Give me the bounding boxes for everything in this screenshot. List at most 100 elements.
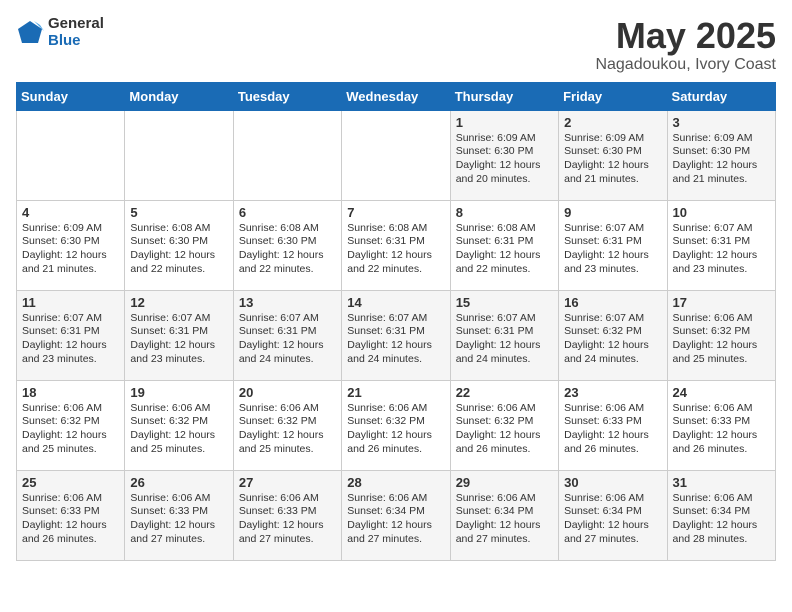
- day-number: 13: [239, 295, 336, 310]
- day-number: 8: [456, 205, 553, 220]
- cell-line: Sunrise: 6:06 AM: [456, 402, 553, 416]
- cell-line: and 25 minutes.: [239, 443, 336, 457]
- day-number: 22: [456, 385, 553, 400]
- cell-line: Sunrise: 6:06 AM: [673, 312, 770, 326]
- calendar-week-row: 25Sunrise: 6:06 AMSunset: 6:33 PMDayligh…: [17, 470, 776, 560]
- day-number: 19: [130, 385, 227, 400]
- cell-line: and 24 minutes.: [347, 353, 444, 367]
- cell-line: Sunset: 6:34 PM: [673, 505, 770, 519]
- day-header-sunday: Sunday: [17, 82, 125, 110]
- cell-line: Sunset: 6:31 PM: [22, 325, 119, 339]
- calendar-cell: 23Sunrise: 6:06 AMSunset: 6:33 PMDayligh…: [559, 380, 667, 470]
- cell-line: Daylight: 12 hours: [564, 429, 661, 443]
- calendar-cell: 14Sunrise: 6:07 AMSunset: 6:31 PMDayligh…: [342, 290, 450, 380]
- cell-line: and 23 minutes.: [130, 353, 227, 367]
- calendar-week-row: 4Sunrise: 6:09 AMSunset: 6:30 PMDaylight…: [17, 200, 776, 290]
- calendar-cell: 17Sunrise: 6:06 AMSunset: 6:32 PMDayligh…: [667, 290, 775, 380]
- cell-line: and 26 minutes.: [347, 443, 444, 457]
- calendar-cell: 4Sunrise: 6:09 AMSunset: 6:30 PMDaylight…: [17, 200, 125, 290]
- cell-line: Sunrise: 6:06 AM: [673, 402, 770, 416]
- cell-line: Daylight: 12 hours: [22, 429, 119, 443]
- cell-line: Sunset: 6:30 PM: [239, 235, 336, 249]
- cell-line: Daylight: 12 hours: [347, 519, 444, 533]
- calendar-week-row: 11Sunrise: 6:07 AMSunset: 6:31 PMDayligh…: [17, 290, 776, 380]
- day-number: 11: [22, 295, 119, 310]
- cell-line: Daylight: 12 hours: [22, 339, 119, 353]
- calendar-cell: 11Sunrise: 6:07 AMSunset: 6:31 PMDayligh…: [17, 290, 125, 380]
- cell-line: and 20 minutes.: [456, 173, 553, 187]
- calendar-cell: 7Sunrise: 6:08 AMSunset: 6:31 PMDaylight…: [342, 200, 450, 290]
- cell-line: Daylight: 12 hours: [22, 249, 119, 263]
- logo-general: General: [48, 16, 104, 33]
- cell-line: Sunset: 6:33 PM: [239, 505, 336, 519]
- calendar-cell: 22Sunrise: 6:06 AMSunset: 6:32 PMDayligh…: [450, 380, 558, 470]
- cell-line: Sunrise: 6:06 AM: [22, 492, 119, 506]
- cell-line: Daylight: 12 hours: [239, 429, 336, 443]
- cell-line: Sunrise: 6:09 AM: [456, 132, 553, 146]
- cell-line: Sunset: 6:31 PM: [347, 235, 444, 249]
- day-number: 17: [673, 295, 770, 310]
- cell-line: and 26 minutes.: [22, 533, 119, 547]
- cell-line: Sunrise: 6:06 AM: [673, 492, 770, 506]
- cell-line: Daylight: 12 hours: [239, 339, 336, 353]
- cell-line: and 21 minutes.: [22, 263, 119, 277]
- day-number: 2: [564, 115, 661, 130]
- cell-line: and 24 minutes.: [456, 353, 553, 367]
- calendar-cell: 28Sunrise: 6:06 AMSunset: 6:34 PMDayligh…: [342, 470, 450, 560]
- calendar-cell: 12Sunrise: 6:07 AMSunset: 6:31 PMDayligh…: [125, 290, 233, 380]
- cell-line: and 27 minutes.: [239, 533, 336, 547]
- cell-line: and 27 minutes.: [564, 533, 661, 547]
- cell-line: Sunrise: 6:08 AM: [347, 222, 444, 236]
- day-header-wednesday: Wednesday: [342, 82, 450, 110]
- logo-blue: Blue: [48, 33, 104, 50]
- day-number: 30: [564, 475, 661, 490]
- day-number: 14: [347, 295, 444, 310]
- cell-line: Sunrise: 6:09 AM: [673, 132, 770, 146]
- calendar-week-row: 1Sunrise: 6:09 AMSunset: 6:30 PMDaylight…: [17, 110, 776, 200]
- cell-line: Sunset: 6:34 PM: [456, 505, 553, 519]
- day-header-friday: Friday: [559, 82, 667, 110]
- calendar-cell: 19Sunrise: 6:06 AMSunset: 6:32 PMDayligh…: [125, 380, 233, 470]
- cell-line: Sunset: 6:30 PM: [564, 145, 661, 159]
- cell-line: Sunrise: 6:06 AM: [130, 402, 227, 416]
- cell-line: Daylight: 12 hours: [456, 519, 553, 533]
- cell-line: Sunrise: 6:07 AM: [347, 312, 444, 326]
- cell-line: and 21 minutes.: [673, 173, 770, 187]
- cell-line: Daylight: 12 hours: [564, 159, 661, 173]
- cell-line: and 27 minutes.: [347, 533, 444, 547]
- cell-line: and 23 minutes.: [22, 353, 119, 367]
- day-number: 15: [456, 295, 553, 310]
- day-header-tuesday: Tuesday: [233, 82, 341, 110]
- day-number: 6: [239, 205, 336, 220]
- cell-line: Sunrise: 6:07 AM: [564, 312, 661, 326]
- cell-line: and 26 minutes.: [673, 443, 770, 457]
- cell-line: Sunrise: 6:06 AM: [347, 402, 444, 416]
- cell-line: and 25 minutes.: [130, 443, 227, 457]
- calendar-cell: 10Sunrise: 6:07 AMSunset: 6:31 PMDayligh…: [667, 200, 775, 290]
- cell-line: Sunrise: 6:06 AM: [456, 492, 553, 506]
- calendar-cell: 5Sunrise: 6:08 AMSunset: 6:30 PMDaylight…: [125, 200, 233, 290]
- cell-line: Sunset: 6:34 PM: [564, 505, 661, 519]
- cell-line: Sunrise: 6:08 AM: [130, 222, 227, 236]
- cell-line: Sunrise: 6:06 AM: [347, 492, 444, 506]
- cell-line: Sunrise: 6:07 AM: [673, 222, 770, 236]
- cell-line: Sunset: 6:31 PM: [239, 325, 336, 339]
- calendar-cell: 8Sunrise: 6:08 AMSunset: 6:31 PMDaylight…: [450, 200, 558, 290]
- cell-line: Sunrise: 6:06 AM: [564, 402, 661, 416]
- cell-line: Sunrise: 6:06 AM: [239, 492, 336, 506]
- cell-line: Sunset: 6:31 PM: [564, 235, 661, 249]
- cell-line: and 22 minutes.: [130, 263, 227, 277]
- cell-line: and 22 minutes.: [239, 263, 336, 277]
- cell-line: Sunrise: 6:07 AM: [456, 312, 553, 326]
- cell-line: and 22 minutes.: [456, 263, 553, 277]
- cell-line: Sunrise: 6:07 AM: [239, 312, 336, 326]
- day-number: 21: [347, 385, 444, 400]
- cell-line: Daylight: 12 hours: [673, 249, 770, 263]
- cell-line: Daylight: 12 hours: [347, 249, 444, 263]
- calendar-cell: 15Sunrise: 6:07 AMSunset: 6:31 PMDayligh…: [450, 290, 558, 380]
- cell-line: and 25 minutes.: [673, 353, 770, 367]
- cell-line: and 26 minutes.: [456, 443, 553, 457]
- cell-line: Daylight: 12 hours: [239, 519, 336, 533]
- logo-icon: [16, 19, 44, 47]
- day-number: 12: [130, 295, 227, 310]
